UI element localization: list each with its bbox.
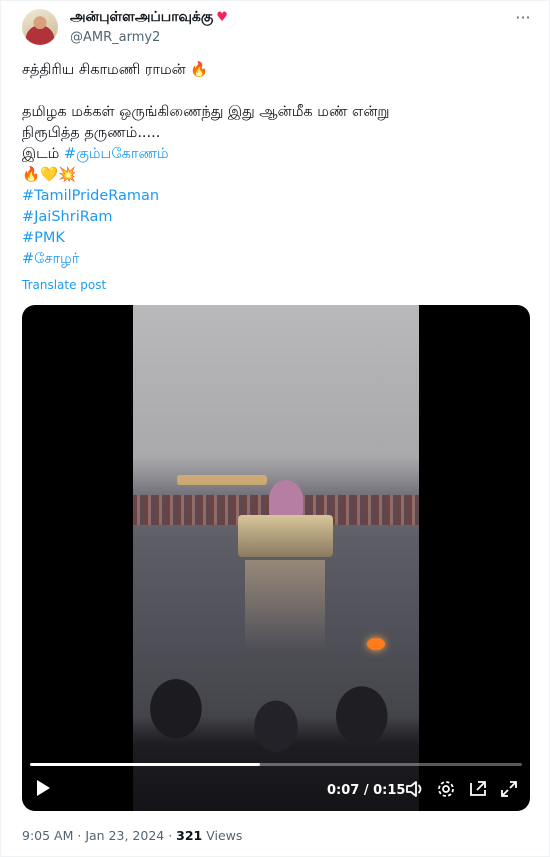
hashtag-link[interactable]: #PMK — [22, 228, 522, 249]
hashtag-link[interactable]: #TamilPrideRaman — [22, 186, 522, 207]
post-time[interactable]: 9:05 AM — [22, 828, 73, 843]
tweet-line: தமிழக மக்கள் ஒருங்கிணைந்து இது ஆன்மீக மண… — [22, 104, 390, 120]
video-progress-fill — [30, 763, 260, 766]
video-scene-lights — [177, 475, 267, 485]
views-count: 321 — [176, 828, 203, 843]
hashtag-link[interactable]: #JaiShriRam — [22, 207, 522, 228]
more-icon[interactable]: ··· — [512, 10, 534, 28]
tweet-text: சத்திரிய சிகாமணி ராமன் 🔥 தமிழக மக்கள் ஒர… — [22, 60, 522, 270]
fullscreen-icon[interactable] — [499, 779, 519, 801]
volume-icon[interactable] — [405, 779, 425, 801]
video-frame[interactable] — [133, 305, 419, 811]
heart-icon: ♥ — [216, 10, 228, 25]
line-spacer — [22, 81, 522, 102]
views-label: Views — [206, 828, 243, 843]
play-icon[interactable] — [34, 779, 52, 801]
video-scene-lamp — [367, 638, 385, 650]
picture-in-picture-icon[interactable] — [468, 779, 488, 801]
author-name[interactable]: அன்புள்ளஅப்பாவுக்கு ♥ — [70, 9, 228, 27]
hashtag-link[interactable]: #கும்பகோணம் — [64, 146, 169, 162]
video-scene-float — [238, 515, 333, 557]
post-date[interactable]: Jan 23, 2024 — [85, 828, 164, 843]
hashtag-link[interactable]: #சோழர் — [22, 249, 522, 270]
video-time-display: 0:07 / 0:15 — [327, 783, 406, 798]
settings-icon[interactable] — [436, 779, 456, 801]
avatar[interactable] — [22, 9, 58, 45]
video-player[interactable]: 0:07 / 0:15 — [22, 305, 530, 811]
author-handle[interactable]: @AMR_army2 — [70, 30, 160, 45]
tweet-line: சத்திரிய சிகாமணி ராமன் 🔥 — [22, 62, 209, 78]
video-scene-dome — [269, 480, 303, 518]
video-progress-bar[interactable] — [30, 763, 522, 766]
tweet-metadata: 9:05 AM · Jan 23, 2024 · 321 Views — [22, 828, 243, 843]
tweet-place-line: இடம் #கும்பகோணம் — [22, 144, 522, 165]
place-prefix: இடம் — [22, 146, 64, 162]
tweet-line: நிரூபித்த தருணம்..... — [22, 125, 161, 141]
translate-post-link[interactable]: Translate post — [22, 278, 106, 292]
video-scene-reflection — [245, 560, 325, 650]
author-display-name[interactable]: அன்புள்ளஅப்பாவுக்கு — [70, 9, 213, 25]
emoji-line: 🔥💛💥 — [22, 167, 77, 183]
